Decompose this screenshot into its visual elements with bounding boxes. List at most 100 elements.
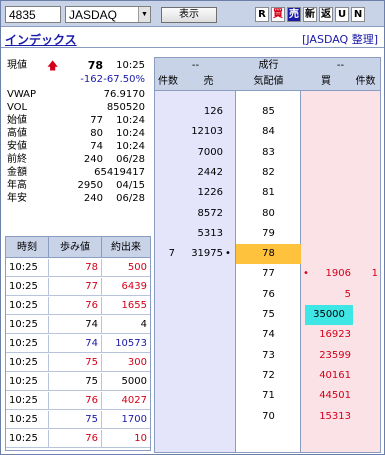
board-price[interactable]: 71: [236, 386, 301, 406]
buy-qty[interactable]: [313, 163, 351, 183]
trades-col-time: 時刻: [6, 237, 49, 258]
sell-qty[interactable]: 126: [175, 102, 223, 122]
buy-qty[interactable]: [313, 102, 351, 122]
board-price[interactable]: 78: [236, 244, 301, 265]
board-price[interactable]: 85: [236, 102, 301, 122]
change-value: -162: [80, 74, 103, 85]
new-order-button[interactable]: 新: [303, 7, 317, 22]
sell-count: [155, 264, 175, 284]
sell-marker: [225, 264, 235, 284]
sell-count: [155, 285, 175, 305]
market-select-value: JASDAQ: [69, 8, 118, 22]
board-row: 8572 80: [155, 204, 380, 224]
buy-marker: [303, 204, 311, 224]
buy-count: [355, 183, 378, 203]
buy-qty[interactable]: 5: [313, 285, 351, 305]
sell-qty[interactable]: [175, 346, 223, 366]
sell-qty[interactable]: 1226: [175, 183, 223, 203]
buy-qty[interactable]: [313, 244, 351, 264]
sell-qty[interactable]: 12103: [175, 122, 223, 142]
buy-qty[interactable]: 44501: [313, 386, 351, 406]
sell-qty[interactable]: [175, 285, 223, 305]
buy-qty[interactable]: [313, 204, 351, 224]
sell-qty[interactable]: [175, 325, 223, 345]
board-price[interactable]: 82: [236, 163, 301, 183]
show-button[interactable]: 表示: [161, 7, 217, 23]
board-price[interactable]: 74: [236, 325, 301, 345]
board-row: 7 31975 • 78: [155, 244, 380, 265]
sell-qty[interactable]: [175, 407, 223, 427]
info-row-year-high: 年高 2950 04/15: [5, 179, 151, 192]
trade-row: 10:25 75 5000: [6, 373, 150, 391]
buy-count: [355, 163, 378, 183]
board-price[interactable]: 72: [236, 366, 301, 386]
info-row-open: 始値 77 10:24: [5, 114, 151, 127]
buy-count: [355, 102, 378, 122]
info-row-amount: 金額 65419417: [5, 166, 151, 179]
sell-count: [155, 163, 175, 183]
sell-count: [155, 204, 175, 224]
board-price[interactable]: 77: [236, 264, 301, 284]
buy-qty[interactable]: [313, 122, 351, 142]
buy-button[interactable]: 買: [271, 7, 285, 22]
board-row: 76 5: [155, 285, 380, 305]
board-price[interactable]: 81: [236, 183, 301, 203]
board-market-order: 成行: [258, 60, 279, 71]
board-price[interactable]: 79: [236, 224, 301, 244]
index-link[interactable]: インデックス: [5, 31, 77, 48]
n-button[interactable]: N: [351, 7, 365, 22]
sell-count: [155, 325, 175, 345]
buy-qty[interactable]: 1906: [313, 264, 351, 284]
refresh-button[interactable]: R: [255, 7, 269, 22]
buy-qty[interactable]: [313, 183, 351, 203]
buy-count: [355, 244, 378, 264]
board-price[interactable]: 75: [236, 305, 301, 325]
board-col-buy-count: 件数: [355, 76, 376, 87]
buy-qty[interactable]: [313, 224, 351, 244]
board-price[interactable]: 83: [236, 143, 301, 163]
sell-button[interactable]: 売: [287, 7, 301, 22]
chevron-down-icon[interactable]: ▼: [138, 7, 150, 22]
sell-qty[interactable]: 2442: [175, 163, 223, 183]
buy-marker: [303, 366, 311, 386]
sell-qty[interactable]: 8572: [175, 204, 223, 224]
close-order-button[interactable]: 返: [319, 7, 333, 22]
info-value: 850520: [106, 102, 145, 113]
stock-code-input[interactable]: 4835: [5, 6, 61, 23]
quote-window: 4835 JASDAQ ▼ 表示 R 買 売 新 返 U N インデックス [J…: [0, 0, 385, 455]
sell-qty[interactable]: [175, 386, 223, 406]
info-row-vwap: VWAP 76.9170: [5, 88, 151, 101]
board-price[interactable]: 84: [236, 122, 301, 142]
trade-row: 10:25 76 4027: [6, 392, 150, 410]
buy-qty[interactable]: 15313: [313, 407, 351, 427]
trade-time: 10:25: [6, 411, 49, 429]
sell-marker: [225, 183, 235, 203]
sell-qty[interactable]: 7000: [175, 143, 223, 163]
sell-qty[interactable]: [175, 305, 223, 325]
board-col-price: 気配値: [253, 76, 284, 87]
buy-count: [355, 346, 378, 366]
market-select[interactable]: JASDAQ ▼: [65, 6, 151, 23]
trade-price: 74: [49, 335, 102, 353]
sell-qty[interactable]: [175, 264, 223, 284]
buy-qty[interactable]: 35000: [305, 305, 353, 325]
buy-qty[interactable]: [313, 143, 351, 163]
sell-count: [155, 143, 175, 163]
board-price[interactable]: 70: [236, 407, 301, 427]
sell-qty[interactable]: [175, 366, 223, 386]
sell-qty[interactable]: 31975: [175, 244, 223, 264]
trade-price: 77: [49, 278, 102, 296]
board-row: 74 16923: [155, 325, 380, 345]
buy-marker: [303, 285, 311, 305]
buy-qty[interactable]: 16923: [313, 325, 351, 345]
board-price[interactable]: 76: [236, 285, 301, 305]
buy-marker: [303, 407, 311, 427]
buy-qty[interactable]: 23599: [313, 346, 351, 366]
buy-qty[interactable]: 40161: [313, 366, 351, 386]
u-button[interactable]: U: [335, 7, 349, 22]
board-price[interactable]: 73: [236, 346, 301, 366]
board-price[interactable]: 80: [236, 204, 301, 224]
trade-qty: 1655: [121, 300, 147, 311]
trade-price: 76: [49, 297, 102, 315]
sell-qty[interactable]: 5313: [175, 224, 223, 244]
